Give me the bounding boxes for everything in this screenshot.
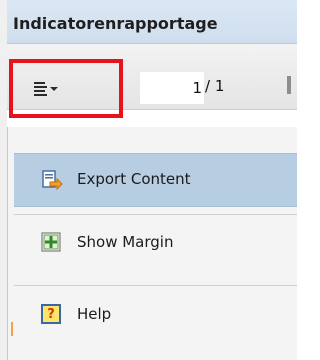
page-number-input[interactable] bbox=[140, 72, 204, 104]
menu-item-label: Help bbox=[77, 305, 112, 323]
export-icon bbox=[41, 169, 63, 191]
report-toolbar: / 1 bbox=[0, 44, 297, 118]
menu-item-help[interactable]: ? Help bbox=[14, 289, 297, 343]
left-edge bbox=[0, 0, 7, 360]
menu-lines-icon bbox=[34, 82, 47, 96]
window-title: Indicatorenrapportage bbox=[13, 14, 218, 33]
menu-divider bbox=[14, 285, 297, 286]
chevron-down-icon bbox=[50, 87, 58, 91]
menu-item-label: Show Margin bbox=[77, 233, 174, 251]
menu-button[interactable] bbox=[9, 59, 123, 118]
edge-marker bbox=[11, 322, 13, 336]
margin-icon bbox=[41, 232, 63, 254]
menu-item-export-content[interactable]: Export Content bbox=[14, 153, 297, 207]
help-icon: ? bbox=[41, 304, 63, 326]
menu-divider bbox=[14, 214, 297, 215]
title-bar: Indicatorenrapportage bbox=[0, 0, 297, 44]
toolbar-separator bbox=[287, 76, 291, 94]
menu-item-show-margin[interactable]: Show Margin bbox=[14, 217, 297, 271]
menu-item-label: Export Content bbox=[77, 170, 191, 188]
page-total: / 1 bbox=[205, 77, 225, 95]
